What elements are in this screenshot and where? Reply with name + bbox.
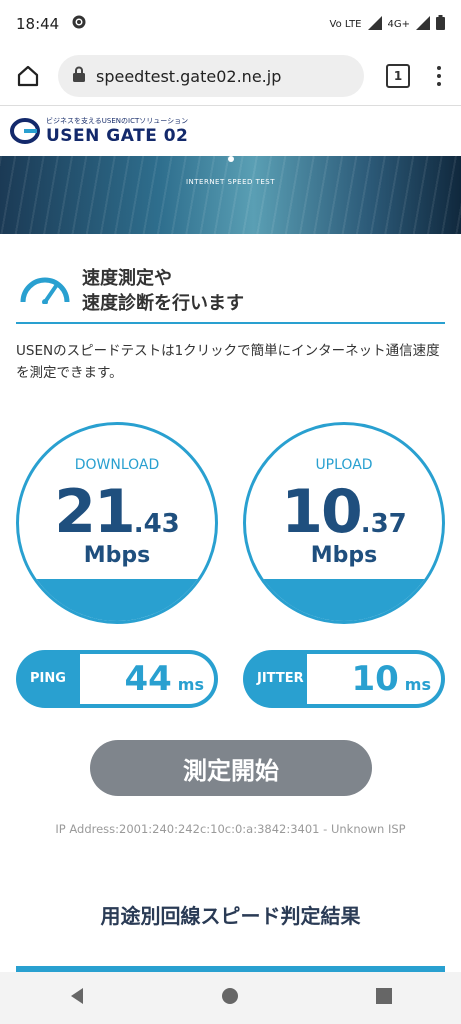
upload-meter-fill [246, 579, 442, 621]
logo-tagline: ビジネスを支えるUSENのICTソリューション [46, 117, 189, 125]
url-text: speedtest.gate02.ne.jp [96, 66, 282, 86]
ping-display: PING 44 ms [16, 650, 218, 708]
battery-icon [436, 15, 445, 33]
download-meter-fill [19, 579, 215, 621]
status-bar: 18:44 Vo LTE 4G+ [0, 0, 461, 48]
upload-label: UPLOAD [315, 457, 373, 473]
section-title: 速度測定や 速度診断を行います [82, 268, 244, 314]
system-nav-bar [0, 972, 461, 1024]
lock-icon [72, 66, 86, 86]
signal-icon [367, 15, 382, 33]
url-bar[interactable]: speedtest.gate02.ne.jp [58, 55, 364, 97]
network-type: 4G+ [387, 18, 411, 30]
download-value: 21.43 [54, 477, 180, 547]
gear-icon [71, 14, 87, 34]
upload-value: 10.37 [281, 477, 407, 547]
download-label: DOWNLOAD [74, 457, 160, 473]
results-heading: 用途別回線スピード判定結果 [100, 904, 361, 928]
tab-switcher-button[interactable]: 1 [386, 64, 410, 88]
recents-icon[interactable] [375, 987, 393, 1009]
download-unit: Mbps [83, 543, 151, 568]
upload-meter: UPLOAD 10.37 Mbps [243, 422, 445, 624]
site-logo[interactable]: ビジネスを支えるUSENのICTソリューション USEN GATE 02 [10, 116, 188, 146]
upload-unit: Mbps [310, 543, 378, 568]
home-circle-icon[interactable] [221, 987, 239, 1009]
browser-toolbar: speedtest.gate02.ne.jp 1 [0, 48, 461, 104]
signal-icon-2 [416, 15, 430, 33]
download-meter: DOWNLOAD 21.43 Mbps [16, 422, 218, 624]
back-icon[interactable] [68, 987, 86, 1009]
ip-address-text: IP Address:2001:240:242c:10c:0:a:3842:34… [55, 822, 406, 836]
jitter-label: JITTER [257, 671, 304, 686]
more-menu-button[interactable] [434, 66, 444, 86]
logo-name: USEN GATE 02 [46, 126, 189, 146]
start-measurement-button[interactable]: 測定開始 [90, 740, 372, 796]
jitter-display: JITTER 10 ms [243, 650, 445, 708]
status-time: 18:44 [16, 15, 60, 33]
home-icon [17, 65, 39, 87]
usen-logo-icon [10, 118, 40, 144]
section-description: USENのスピードテストは1クリックで簡単にインターネット通信速度を測定できます… [16, 343, 440, 381]
hero-text: INTERNET SPEED TEST [185, 178, 276, 186]
home-button[interactable] [10, 58, 46, 94]
ping-unit: ms [177, 675, 204, 694]
site-header: ビジネスを支えるUSENのICTソリューション USEN GATE 02 [0, 106, 461, 156]
ping-label: PING [30, 671, 66, 686]
section-heading: 速度測定や 速度診断を行います [16, 266, 445, 324]
jitter-unit: ms [404, 675, 431, 694]
carousel-indicator [228, 156, 234, 162]
speedometer-icon [18, 270, 72, 308]
ping-value: 44 [124, 659, 172, 699]
volte-indicator: Vo LTE [329, 18, 362, 30]
hero-banner: INTERNET SPEED TEST [0, 156, 461, 234]
jitter-value: 10 [351, 659, 399, 699]
